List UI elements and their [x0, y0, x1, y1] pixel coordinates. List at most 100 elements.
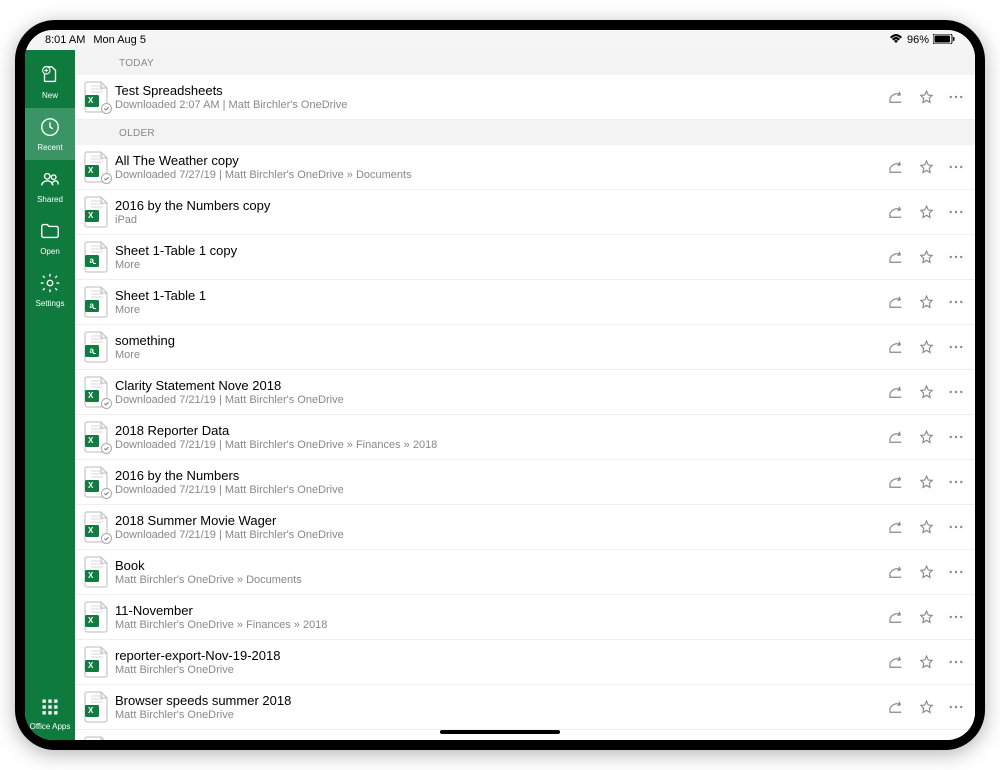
more-icon[interactable]	[947, 653, 965, 671]
file-title: Sheet 1-Table 1	[115, 288, 881, 303]
sidebar-label: New	[42, 91, 58, 100]
more-icon[interactable]	[947, 608, 965, 626]
share-icon[interactable]	[887, 338, 905, 356]
file-text: BookMatt Birchler's OneDrive » Documents	[115, 558, 881, 586]
star-icon[interactable]	[917, 518, 935, 536]
sidebar-label: Settings	[36, 299, 65, 308]
share-icon[interactable]	[887, 293, 905, 311]
file-row[interactable]: a Sheet 1-Table 1 copyMore	[75, 235, 975, 280]
file-subtitle: Matt Birchler's OneDrive	[115, 709, 881, 721]
file-actions	[887, 653, 965, 671]
file-row[interactable]: X 2016 by the NumbersDownloaded 7/21/19 …	[75, 460, 975, 505]
file-actions	[887, 88, 965, 106]
sidebar-item-settings[interactable]: Settings	[25, 264, 75, 316]
star-icon[interactable]	[917, 338, 935, 356]
more-icon[interactable]	[947, 518, 965, 536]
star-icon[interactable]	[917, 698, 935, 716]
file-row[interactable]: X All The Weather copyDownloaded 7/27/19…	[75, 145, 975, 190]
file-title: Clarity Statement Nove 2018	[115, 378, 881, 393]
file-text: 2016 by the NumbersDownloaded 7/21/19 | …	[115, 468, 881, 496]
file-row[interactable]: a Sheet 1-Table 1More	[75, 280, 975, 325]
file-list[interactable]: TODAY X Test SpreadsheetsDownloaded 2:07…	[75, 50, 975, 740]
svg-text:X: X	[88, 706, 94, 715]
svg-text:X: X	[88, 436, 94, 445]
share-icon[interactable]	[887, 88, 905, 106]
file-row[interactable]: X Clarity Statement Nove 2018Downloaded …	[75, 370, 975, 415]
file-row[interactable]: X 2016 by the Numbers copyiPad	[75, 190, 975, 235]
file-row[interactable]: X 2018 Summer Movie WagerDownloaded 7/21…	[75, 505, 975, 550]
sidebar-item-office-apps[interactable]: Office Apps	[25, 688, 75, 740]
more-icon[interactable]	[947, 158, 965, 176]
file-subtitle: More	[115, 349, 881, 361]
file-row[interactable]: X 11-NovemberMatt Birchler's OneDrive » …	[75, 595, 975, 640]
more-icon[interactable]	[947, 248, 965, 266]
file-actions	[887, 518, 965, 536]
sidebar-item-new[interactable]: New	[25, 56, 75, 108]
more-icon[interactable]	[947, 88, 965, 106]
star-icon[interactable]	[917, 428, 935, 446]
more-icon[interactable]	[947, 203, 965, 221]
excel-file-icon: X	[83, 151, 109, 183]
sidebar-item-open[interactable]: Open	[25, 212, 75, 264]
more-icon[interactable]	[947, 383, 965, 401]
file-subtitle: Matt Birchler's OneDrive » Finances » 20…	[115, 619, 881, 631]
share-icon[interactable]	[887, 563, 905, 581]
gear-icon	[39, 272, 61, 296]
share-icon[interactable]	[887, 473, 905, 491]
file-row[interactable]: X reporter-export-Nov-19-2018Matt Birchl…	[75, 640, 975, 685]
share-icon[interactable]	[887, 653, 905, 671]
share-icon[interactable]	[887, 518, 905, 536]
share-icon[interactable]	[887, 203, 905, 221]
star-icon[interactable]	[917, 563, 935, 581]
file-subtitle: Matt Birchler's OneDrive	[115, 664, 881, 676]
star-icon[interactable]	[917, 608, 935, 626]
star-icon[interactable]	[917, 158, 935, 176]
file-row[interactable]: X 2018 Reporter DataDownloaded 7/21/19 |…	[75, 415, 975, 460]
share-icon[interactable]	[887, 698, 905, 716]
star-icon[interactable]	[917, 473, 935, 491]
svg-text:X: X	[88, 166, 94, 175]
file-actions	[887, 158, 965, 176]
star-icon[interactable]	[917, 203, 935, 221]
more-icon[interactable]	[947, 563, 965, 581]
more-icon[interactable]	[947, 338, 965, 356]
file-row[interactable]: X Browser speeds summer 2018Matt Birchle…	[75, 685, 975, 730]
wifi-icon	[889, 34, 903, 47]
svg-text:X: X	[88, 526, 94, 535]
star-icon[interactable]	[917, 88, 935, 106]
share-icon[interactable]	[887, 383, 905, 401]
more-icon[interactable]	[947, 698, 965, 716]
share-icon[interactable]	[887, 248, 905, 266]
file-row[interactable]: a somethingMore	[75, 325, 975, 370]
more-icon[interactable]	[947, 428, 965, 446]
file-title: Test Spreadsheets	[115, 83, 881, 98]
excel-file-icon: X	[83, 646, 109, 678]
section-header: OLDER	[75, 120, 975, 145]
more-icon[interactable]	[947, 473, 965, 491]
new-file-icon	[39, 64, 61, 88]
file-row[interactable]: X BookMatt Birchler's OneDrive » Documen…	[75, 550, 975, 595]
file-text: Sheet 1-Table 1 copyMore	[115, 243, 881, 271]
excel-file-icon: a	[83, 286, 109, 318]
excel-file-icon: X	[83, 691, 109, 723]
sidebar-item-shared[interactable]: Shared	[25, 160, 75, 212]
file-actions	[887, 428, 965, 446]
file-row[interactable]: X Test SpreadsheetsDownloaded 2:07 AM | …	[75, 75, 975, 120]
file-actions	[887, 473, 965, 491]
home-indicator[interactable]	[440, 730, 560, 734]
share-icon[interactable]	[887, 428, 905, 446]
share-icon[interactable]	[887, 158, 905, 176]
more-icon[interactable]	[947, 293, 965, 311]
star-icon[interactable]	[917, 383, 935, 401]
sidebar-item-recent[interactable]: Recent	[25, 108, 75, 160]
file-text: Test SpreadsheetsDownloaded 2:07 AM | Ma…	[115, 83, 881, 111]
svg-text:X: X	[88, 616, 94, 625]
battery-icon	[933, 34, 955, 47]
share-icon[interactable]	[887, 608, 905, 626]
status-battery-pct: 96%	[907, 34, 929, 46]
file-title: Book	[115, 558, 881, 573]
star-icon[interactable]	[917, 248, 935, 266]
star-icon[interactable]	[917, 293, 935, 311]
apps-grid-icon	[40, 697, 60, 719]
star-icon[interactable]	[917, 653, 935, 671]
